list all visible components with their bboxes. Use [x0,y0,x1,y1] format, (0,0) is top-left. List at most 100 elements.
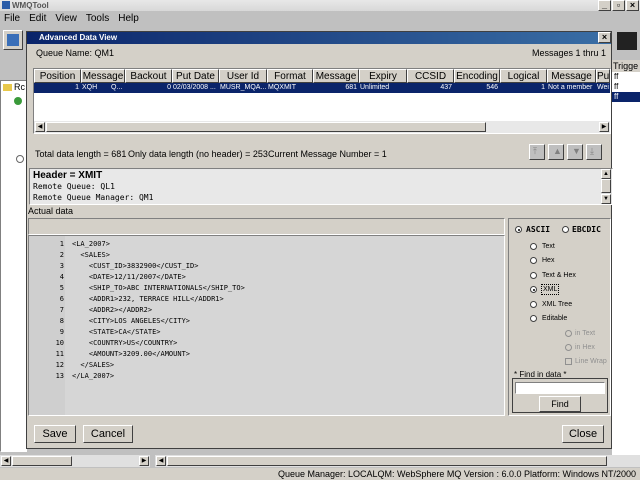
table-row[interactable]: 1 XQH Q... 0 02/03/2008 ... MUSR_MQA... … [34,83,610,93]
app-close-button[interactable]: × [626,0,639,11]
first-arrow-icon: ⤒ [533,146,537,156]
column-header-message[interactable]: Message [81,69,125,83]
line-text: <LA_2007> [72,240,110,248]
scroll-down-arrow[interactable]: ▼ [601,194,611,204]
cell-message-extra: Q... [111,84,123,91]
code-line: 6 <ADDR1>232, TERRACE HILL</ADDR1> [29,294,499,304]
format-text-radio[interactable] [530,243,537,250]
format-text-hex-label: Text & Hex [542,272,576,279]
column-header-put[interactable]: Pu [596,69,610,83]
in-hex-radio[interactable] [565,344,572,351]
right-panel-row[interactable]: ff [612,72,640,82]
right-panel-row[interactable]: ff [612,82,640,92]
column-header-backout[interactable]: Backout [125,69,172,83]
format-xml-radio[interactable] [530,286,537,293]
line-number: 11 [55,350,64,358]
last-message-button[interactable]: ⤓ [586,144,602,160]
up-arrow-icon: ▲ [553,146,562,156]
table-horizontal-scrollbar[interactable]: ◀ ▶ [34,121,610,133]
right-panel-row[interactable]: ff [612,92,640,102]
actual-data-label: Actual data [28,206,74,216]
code-line: 12 </SALES> [29,360,499,370]
format-editable-label: Editable [542,315,568,322]
format-text-hex-radio[interactable] [530,272,537,279]
scroll-left-arrow[interactable]: ◀ [156,456,166,466]
close-button[interactable]: Close [562,425,604,443]
line-number: 3 [59,262,64,270]
menu-view[interactable]: View [55,11,77,26]
scroll-thumb[interactable] [601,179,611,193]
app-title-bar: WMQTool _ ▫ × [0,0,640,11]
find-input[interactable] [515,382,605,394]
line-text: </LA_2007> [72,372,115,380]
column-header-message-group[interactable]: Message [547,69,596,83]
column-header-encoding[interactable]: Encoding [454,69,500,83]
down-arrow-icon: ▼ [572,146,581,156]
bottom-left-scrollbar[interactable]: ◀ ▶ [0,455,150,467]
header-title: Header = XMIT [33,170,103,181]
column-header-ccsid[interactable]: CCSID [407,69,454,83]
data-code-panel[interactable]: 1 <LA_2007> 2 <SALES> 3 <CUST_ID>3832900<… [28,235,505,416]
line-number: 1 [59,240,64,248]
ascii-radio[interactable] [515,226,522,233]
scroll-right-arrow[interactable]: ▶ [599,122,609,132]
data-ruler [28,218,505,235]
line-number: 7 [59,306,64,314]
column-header-message-length[interactable]: Message [313,69,359,83]
save-button[interactable]: Save [34,425,76,443]
cancel-button[interactable]: Cancel [83,425,133,443]
code-line: 9 <STATE>CA</STATE> [29,327,499,337]
line-text: <COUNTRY>US</COUNTRY> [72,339,178,347]
dialog-close-button[interactable]: × [598,32,611,43]
tree-root-label[interactable]: Rc [14,82,25,92]
code-line: 7 <ADDR2></ADDR2> [29,305,499,315]
code-line: 11 <AMOUNT>3209.00</AMOUNT> [29,349,499,359]
find-button[interactable]: Find [539,396,581,412]
column-header-format[interactable]: Format [267,69,313,83]
scroll-up-arrow[interactable]: ▲ [601,169,611,179]
app-maximize-button[interactable]: ▫ [612,0,625,11]
column-header-put-date[interactable]: Put Date [172,69,219,83]
menu-help[interactable]: Help [118,11,139,26]
cell-message-group: Not a member [548,84,593,91]
header-line: Remote Queue Manager: QM1 [33,193,154,202]
scroll-thumb[interactable] [46,122,486,132]
format-xml-tree-radio[interactable] [530,301,537,308]
cell-encoding: 546 [486,84,498,91]
format-hex-radio[interactable] [530,257,537,264]
ebcdic-radio[interactable] [562,226,569,233]
scroll-left-arrow[interactable]: ◀ [1,456,11,466]
app-minimize-button[interactable]: _ [598,0,611,11]
menu-file[interactable]: File [4,11,20,26]
right-panel: Trigge ff ff ff [612,60,640,460]
column-header-position[interactable]: Position [34,69,81,83]
column-header-expiry[interactable]: Expiry [359,69,407,83]
bottom-right-scrollbar[interactable]: ◀ [155,455,640,467]
in-text-radio[interactable] [565,330,572,337]
in-hex-label: in Hex [575,344,595,351]
format-editable-radio[interactable] [530,315,537,322]
line-text: <DATE>12/11/2007</DATE> [72,273,186,281]
menu-tools[interactable]: Tools [86,11,109,26]
header-scrollbar[interactable]: ▲ ▼ [601,169,612,204]
scroll-right-arrow[interactable]: ▶ [139,456,149,466]
menu-edit[interactable]: Edit [29,11,46,26]
previous-message-button[interactable]: ▲ [548,144,564,160]
scroll-thumb[interactable] [12,456,72,466]
scroll-thumb[interactable] [167,456,607,466]
toolbar-button[interactable] [3,30,23,50]
line-text: <CUST_ID>3832900</CUST_ID> [72,262,199,270]
ebcdic-label: EBCDIC [572,225,601,234]
line-number: 10 [55,339,64,347]
dialog-title-bar: Advanced Data View × [27,32,611,44]
column-header-logical[interactable]: Logical [500,69,547,83]
only-data-length: Only data length (no header) = 253 [128,149,268,159]
scroll-left-arrow[interactable]: ◀ [35,122,45,132]
display-options-panel: ASCII EBCDIC Text Hex Text & Hex XML XML… [508,218,611,416]
first-message-button[interactable]: ⤒ [529,144,545,160]
top-right-icon[interactable] [617,32,637,50]
next-message-button[interactable]: ▼ [567,144,583,160]
line-wrap-checkbox[interactable] [565,358,572,365]
column-header-user-id[interactable]: User Id [219,69,267,83]
find-group: Find [512,378,608,413]
